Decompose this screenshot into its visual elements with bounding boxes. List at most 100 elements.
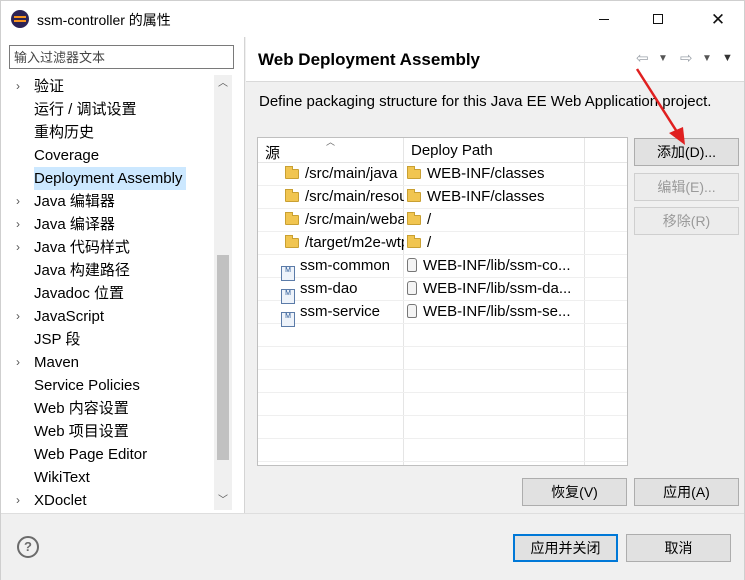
chevron-right-icon[interactable]: › bbox=[16, 489, 26, 511]
tree-item[interactable]: Javadoc 位置 bbox=[1, 282, 233, 305]
deploy-path-cell: / bbox=[427, 234, 432, 251]
source-cell: /src/main/java bbox=[305, 165, 398, 182]
table-row[interactable]: Mssm-service WEB-INF/lib/ssm-se... bbox=[258, 301, 627, 327]
edit-button[interactable]: 编辑(E)... bbox=[634, 173, 739, 201]
jar-icon bbox=[407, 304, 417, 318]
tree-item-label: Java 构建路径 bbox=[34, 262, 130, 279]
source-cell: ssm-common bbox=[300, 257, 391, 274]
chevron-right-icon[interactable]: › bbox=[16, 213, 26, 236]
column-header-source[interactable]: 源 bbox=[265, 142, 280, 163]
view-menu-icon[interactable]: ▼ bbox=[722, 52, 733, 64]
table-header: ︿ 源 Deploy Path bbox=[258, 137, 627, 163]
column-header-deploy-path[interactable]: Deploy Path bbox=[411, 142, 493, 159]
annotation-arrow-shaft bbox=[635, 68, 681, 136]
restore-defaults-button[interactable]: 恢复(V) bbox=[522, 478, 627, 506]
scrollbar-thumb[interactable] bbox=[217, 255, 229, 460]
tree-item[interactable]: 重构历史 bbox=[1, 121, 233, 144]
minimize-icon bbox=[599, 18, 609, 20]
deploy-path-cell: WEB-INF/lib/ssm-da... bbox=[423, 280, 572, 297]
eclipse-icon bbox=[11, 10, 29, 28]
deploy-path-cell: WEB-INF/lib/ssm-co... bbox=[423, 257, 571, 274]
tree-item-label: Web Page Editor bbox=[34, 446, 148, 463]
chevron-right-icon[interactable]: › bbox=[16, 190, 26, 213]
tree-item[interactable]: JSP 段 bbox=[1, 328, 233, 351]
source-cell: /target/m2e-wtp/web-resources bbox=[305, 234, 404, 251]
chevron-right-icon[interactable]: › bbox=[16, 236, 26, 259]
preference-tree: › 验证运行 / 调试设置重构历史 Coverage Deployment Assem… bbox=[1, 75, 233, 511]
apply-button[interactable]: 应用(A) bbox=[634, 478, 739, 506]
tree-item[interactable]: Web 项目设置 bbox=[1, 420, 233, 443]
tree-item-label: Service Policies bbox=[34, 377, 140, 394]
table-row[interactable]: /target/m2e-wtp/web-resources / bbox=[258, 232, 627, 255]
tree-item[interactable]: › Java 编译器 bbox=[1, 213, 233, 236]
tree-item[interactable]: › JavaScript bbox=[1, 305, 233, 328]
tree-item[interactable]: Web Page Editor bbox=[1, 443, 233, 466]
apply-and-close-button[interactable]: 应用并关闭 bbox=[513, 534, 618, 562]
scroll-down-icon[interactable]: ﹀ bbox=[214, 492, 232, 510]
chevron-right-icon[interactable]: › bbox=[16, 351, 26, 374]
table-row[interactable]: /src/main/webapp / bbox=[258, 209, 627, 232]
tree-item-label: Maven bbox=[34, 354, 80, 371]
deploy-path-cell: WEB-INF/classes bbox=[427, 188, 545, 205]
tree-item[interactable]: WikiText bbox=[1, 466, 233, 489]
table-row[interactable]: /src/main/resources WEB-INF/classes bbox=[258, 186, 627, 209]
tree-item[interactable]: › 验证 bbox=[1, 75, 233, 98]
tree-item[interactable]: Deployment Assembly bbox=[1, 167, 233, 190]
minimize-button[interactable] bbox=[581, 1, 627, 37]
tree-item[interactable]: Java 构建路径 bbox=[1, 259, 233, 282]
tree-item[interactable]: › XDoclet bbox=[1, 489, 233, 511]
cancel-button[interactable]: 取消 bbox=[626, 534, 731, 562]
maximize-button[interactable] bbox=[635, 1, 681, 37]
tree-item[interactable]: › Maven bbox=[1, 351, 233, 374]
source-cell: /src/main/webapp bbox=[305, 211, 404, 228]
title-bar: ssm-controller 的属性 ✕ bbox=[1, 1, 744, 37]
tree-item-label: 运行 / 调试设置 bbox=[34, 101, 137, 118]
tree-scrollbar[interactable]: ︿ ﹀ bbox=[214, 75, 232, 510]
deploy-path-cell: / bbox=[427, 211, 432, 228]
source-cell: ssm-service bbox=[300, 303, 381, 320]
filter-input[interactable] bbox=[9, 45, 234, 69]
remove-button[interactable]: 移除(R) bbox=[634, 207, 739, 235]
chevron-right-icon[interactable]: › bbox=[16, 75, 26, 98]
jar-icon bbox=[407, 258, 417, 272]
scroll-up-icon[interactable]: ︿ bbox=[214, 75, 232, 93]
back-dropdown-icon[interactable]: ▼ bbox=[658, 53, 668, 64]
folder-icon bbox=[407, 189, 421, 202]
properties-dialog: ssm-controller 的属性 ✕ › 验证运行 / 调试设置重构历史 Cov… bbox=[0, 0, 745, 580]
tree-item-label: Web 项目设置 bbox=[34, 423, 129, 440]
window-title: ssm-controller 的属性 bbox=[37, 12, 171, 28]
folder-icon bbox=[285, 166, 299, 179]
help-icon[interactable]: ? bbox=[17, 536, 39, 558]
tree-item[interactable]: 运行 / 调试设置 bbox=[1, 98, 233, 121]
close-button[interactable]: ✕ bbox=[695, 1, 741, 37]
table-row bbox=[258, 370, 627, 393]
forward-dropdown-icon[interactable]: ▼ bbox=[702, 53, 712, 64]
sort-caret-icon: ︿ bbox=[326, 137, 336, 147]
tree-item-label: Java 编译器 bbox=[34, 216, 115, 233]
left-panel: › 验证运行 / 调试设置重构历史 Coverage Deployment Assem… bbox=[1, 37, 245, 513]
tree-item-label: Coverage bbox=[34, 147, 100, 164]
tree-item[interactable]: Coverage bbox=[1, 144, 233, 167]
tree-item[interactable]: Web 内容设置 bbox=[1, 397, 233, 420]
tree-item-label: XDoclet bbox=[34, 492, 87, 509]
annotation-arrow-head bbox=[669, 127, 685, 145]
chevron-right-icon[interactable]: › bbox=[16, 305, 26, 328]
table-row bbox=[258, 416, 627, 439]
table-row[interactable]: /src/main/java WEB-INF/classes bbox=[258, 163, 627, 186]
page-title: Web Deployment Assembly bbox=[258, 50, 481, 69]
table-row[interactable]: Mssm-dao WEB-INF/lib/ssm-da... bbox=[258, 278, 627, 304]
deploy-path-cell: WEB-INF/classes bbox=[427, 165, 545, 182]
annotation-arrow-icon bbox=[635, 68, 685, 145]
tree-item[interactable]: Service Policies bbox=[1, 374, 233, 397]
source-cell: /src/main/resources bbox=[305, 188, 404, 205]
tree-item-label: Java 编辑器 bbox=[34, 193, 115, 210]
folder-icon bbox=[285, 212, 299, 225]
tree-item[interactable]: › Java 编辑器 bbox=[1, 190, 233, 213]
maximize-icon bbox=[653, 14, 663, 24]
folder-icon bbox=[285, 189, 299, 202]
table-row bbox=[258, 347, 627, 370]
table-row[interactable]: Mssm-common WEB-INF/lib/ssm-co... bbox=[258, 255, 627, 281]
tree-item[interactable]: › Java 代码样式 bbox=[1, 236, 233, 259]
assembly-table: ︿ 源 Deploy Path /src/main/java WEB-INF/cl… bbox=[257, 137, 628, 466]
tree-item-label: JSP 段 bbox=[34, 331, 81, 348]
